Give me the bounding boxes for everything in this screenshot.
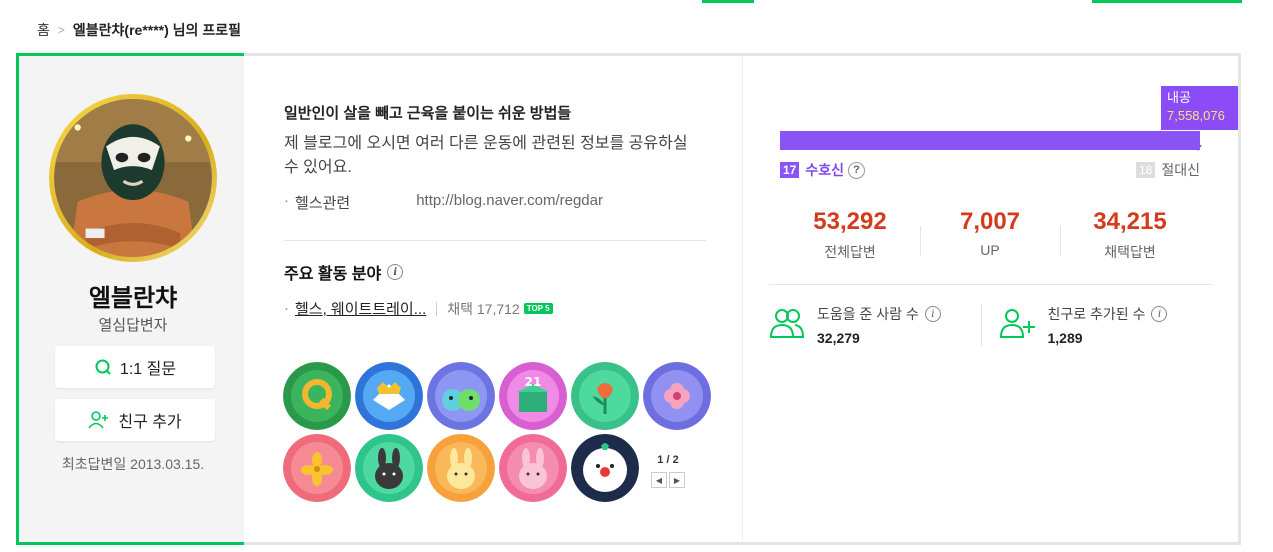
- points-label: 내공: [1167, 90, 1191, 105]
- first-answer-date: 최초답변일 2013.03.15.: [61, 456, 205, 472]
- question-button[interactable]: 1:1 질문: [55, 346, 215, 388]
- next-level-name: 절대신: [1161, 162, 1200, 178]
- stat-total-answers: 53,292 전체답변: [780, 208, 920, 262]
- solutionist-badge[interactable]: [355, 362, 423, 430]
- breadcrumb-current: 엘블란챠(re****) 님의 프로필: [72, 22, 241, 38]
- points-tooltip: 내공 7,558,076: [1161, 86, 1238, 130]
- profile-card: 엘블란챠 열심답변자 1:1 질문 친구 추가 최초답변일 2013.03.15…: [16, 53, 1241, 545]
- stat-value: 53,292: [813, 208, 887, 235]
- points-value: 7,558,076: [1167, 108, 1225, 123]
- profile-summary: 엘블란챠 열심답변자 1:1 질문 친구 추가 최초답변일 2013.03.15…: [16, 53, 244, 545]
- stat-adopted-answers: 34,215 채택답변: [1060, 208, 1200, 262]
- next-level-number: 18: [1136, 162, 1156, 178]
- 2023-pink-rabbit-badge[interactable]: [499, 434, 567, 502]
- profile-intro: 일반인이 살을 빼고 근육을 붙이는 쉬운 방법들 제 블로그에 오시면 여러 …: [246, 56, 743, 542]
- fan-stats: 도움을 준 사람 수 i 32,279 친구로 추가된 수 i 1,289: [769, 304, 1211, 346]
- 2023-black-rabbit-badge[interactable]: [355, 434, 423, 502]
- activity-field-link[interactable]: 헬스, 웨이트트레이...: [295, 298, 426, 319]
- info-icon[interactable]: i: [1151, 306, 1168, 322]
- svg-text:21: 21: [525, 375, 542, 389]
- answer-stats: 53,292 전체답변 7,007 UP 34,215 채택답변: [780, 208, 1200, 262]
- spring-tulip-badge[interactable]: [571, 362, 639, 430]
- helped-users: 도움을 준 사람 수 i 32,279: [769, 304, 981, 346]
- masked-wrestler-image: [54, 99, 212, 257]
- friend-added-value: 1,289: [1047, 330, 1083, 346]
- current-level-name: 수호신: [805, 162, 844, 178]
- stat-label: 채택답변: [1104, 244, 1156, 260]
- activity-title: 주요 활동 분야 i: [284, 260, 404, 284]
- spring-flower-badge[interactable]: [643, 362, 711, 430]
- helped-label: 도움을 준 사람 수: [817, 306, 919, 322]
- divider: [769, 284, 1211, 285]
- divider: [284, 240, 706, 241]
- nickname: 엘블란챠: [88, 285, 178, 312]
- question-icon: [94, 358, 112, 376]
- stat-label: 전체답변: [824, 244, 876, 260]
- info-icon[interactable]: i: [924, 306, 941, 322]
- top-accent-line: [0, 0, 1273, 3]
- breadcrumb: 홈 > 엘블란챠(re****) 님의 프로필: [37, 20, 241, 40]
- activity-field-row: · 헬스, 웨이트트레이... 채택 17,712 TOP 5: [284, 298, 553, 319]
- intro-title: 일반인이 살을 빼고 근육을 붙이는 쉬운 방법들: [284, 105, 572, 122]
- avatar-image: [54, 99, 212, 257]
- spring-forsythia-badge[interactable]: [283, 434, 351, 502]
- stat-value: 34,215: [1093, 208, 1167, 235]
- bullet: ·: [284, 300, 289, 317]
- current-level-number: 17: [780, 162, 800, 178]
- added-as-friend: 친구로 추가된 수 i 1,289: [980, 304, 1212, 346]
- 2023-yellow-rabbit-badge[interactable]: [427, 434, 495, 502]
- add-user-icon: [999, 307, 1036, 344]
- next-level: 18 절대신: [1136, 160, 1200, 180]
- users-icon: [769, 307, 805, 344]
- stat-value: 7,007: [959, 208, 1021, 235]
- activity-title-text: 주요 활동 분야: [284, 266, 382, 283]
- chevron-right-icon: >: [57, 23, 65, 37]
- jolly-badge[interactable]: [571, 434, 639, 502]
- user-grade: 열심답변자: [98, 317, 168, 334]
- friend-added-label: 친구로 추가된 수: [1047, 306, 1146, 322]
- avatar: [49, 94, 217, 262]
- 21st-anniversary-badge[interactable]: 21: [499, 362, 567, 430]
- 22nd-anniversary-badge[interactable]: [283, 362, 351, 430]
- divider: [436, 301, 438, 316]
- stat-up: 7,007 UP: [920, 208, 1060, 262]
- breadcrumb-home[interactable]: 홈: [37, 20, 50, 40]
- helped-value: 32,279: [817, 330, 860, 346]
- adopt-count: 채택 17,712: [447, 300, 520, 317]
- current-level: 17 수호신 ?: [780, 160, 865, 180]
- intro-text: 제 블로그에 오시면 여러 다른 운동에 관련된 정보를 공유하실 수 있어요.: [284, 135, 688, 176]
- stat-label: UP: [980, 242, 1000, 258]
- badge-page-number: 1 / 2: [657, 454, 679, 466]
- blog-link[interactable]: http://blog.naver.com/regdar: [416, 192, 603, 213]
- info-icon[interactable]: i: [387, 264, 404, 280]
- next-page-button[interactable]: ▶: [669, 472, 685, 488]
- add-friend-button[interactable]: 친구 추가: [55, 399, 215, 441]
- make-it-together-badge[interactable]: [427, 362, 495, 430]
- level-pointer: [1194, 145, 1202, 151]
- top-tab-indicator: [702, 0, 754, 3]
- prev-page-button[interactable]: ◀: [651, 472, 667, 488]
- bullet: ·: [284, 192, 289, 209]
- top-tab-indicator: [1092, 0, 1242, 3]
- question-button-label: 1:1 질문: [119, 361, 177, 378]
- top5-badge: TOP 5: [523, 303, 553, 314]
- level-progress-bar: [780, 131, 1202, 151]
- add-friend-label: 친구 추가: [118, 414, 182, 431]
- help-icon[interactable]: ?: [848, 161, 865, 179]
- intro-link-row: · 헬스관련 http://blog.naver.com/regdar: [284, 192, 603, 213]
- add-user-icon: [88, 411, 110, 429]
- badge-pager: 1 / 2 ◀ ▶: [651, 454, 685, 488]
- profile-stats: 내공 7,558,076 17 수호신 ? 18 절대신 53,292 전체답변…: [744, 56, 1238, 542]
- link-label: 헬스관련: [295, 195, 351, 212]
